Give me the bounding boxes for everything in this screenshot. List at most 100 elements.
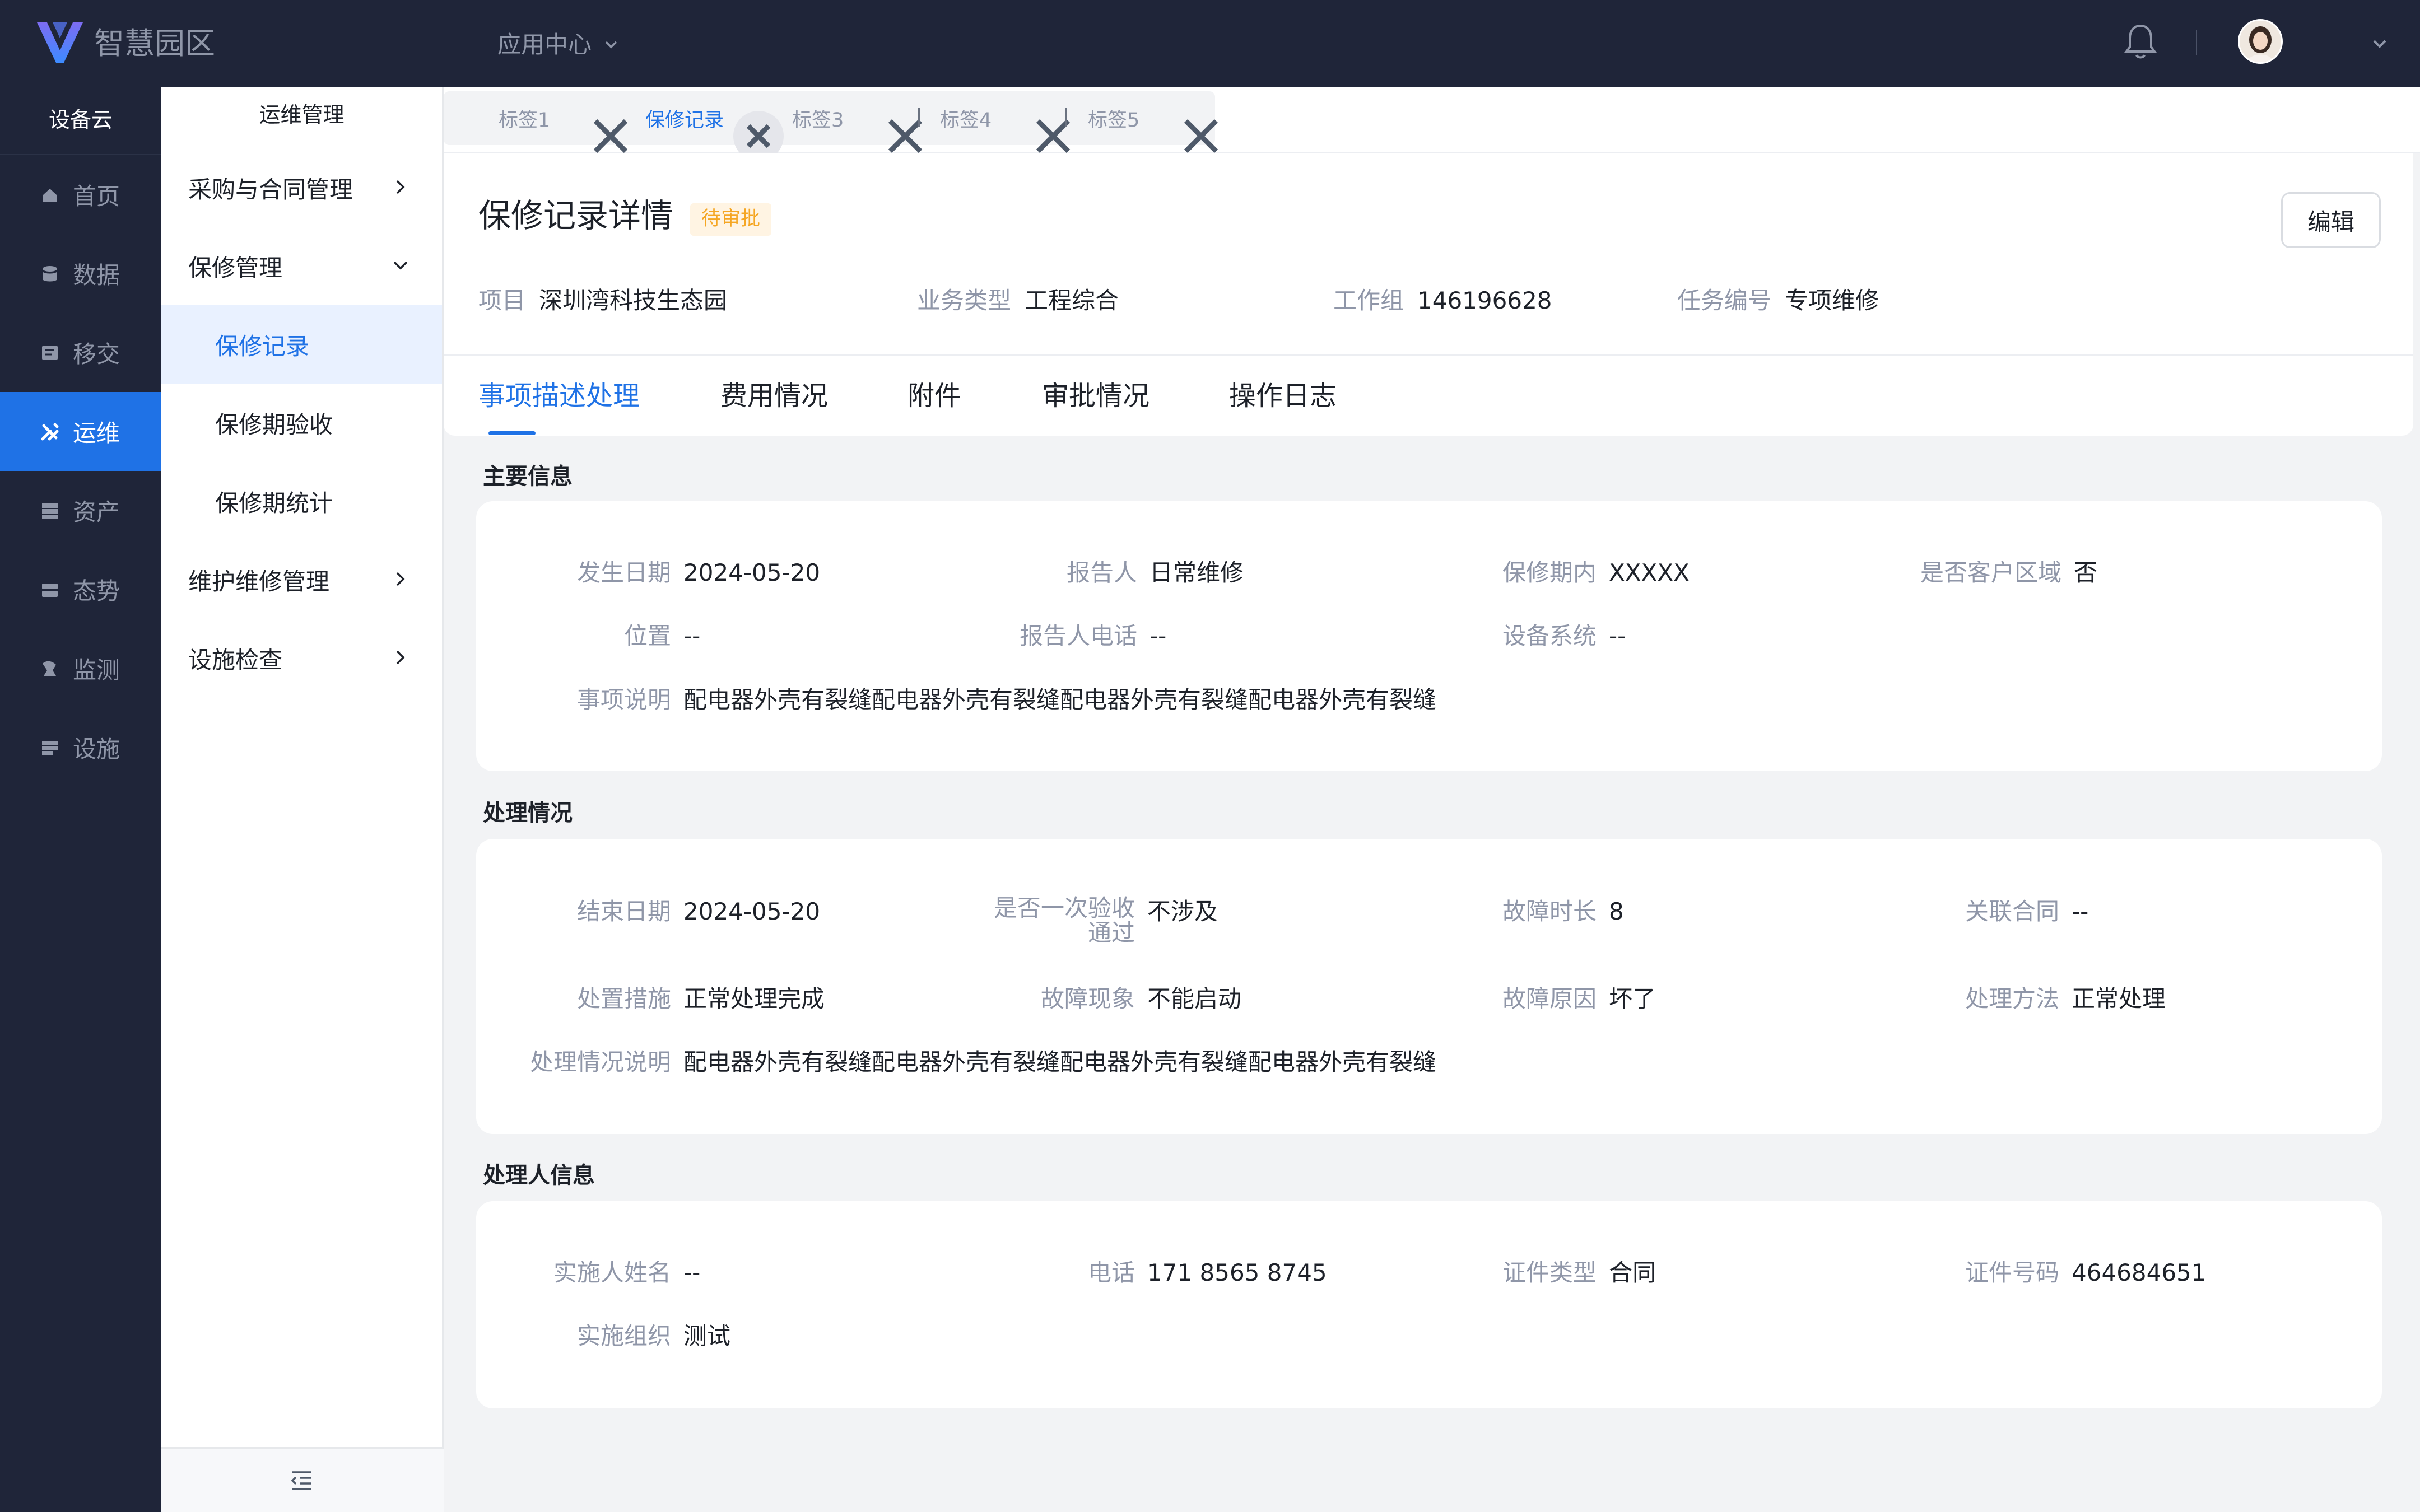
chevron-down-icon	[393, 261, 408, 270]
tab-description[interactable]: 事项描述处理	[478, 376, 640, 416]
field-value: 2024-05-20	[683, 559, 821, 586]
submenu-purchase-contract[interactable]: 采购与合同管理	[161, 148, 442, 227]
submenu-maintenance-repair[interactable]: 维护维修管理	[161, 540, 442, 619]
tab-attachments[interactable]: 附件	[908, 376, 961, 416]
header-divider	[2196, 30, 2197, 55]
field-value: 正常处理完成	[683, 985, 825, 1012]
field-occur-date: 发生日期 2024-05-20	[577, 557, 821, 589]
submenu-label: 保修管理	[188, 254, 283, 282]
field-value: 测试	[683, 1322, 731, 1350]
tag-5[interactable]: 标签5	[1088, 91, 1139, 145]
asset-icon	[42, 503, 58, 519]
meta-value: 146196628	[1417, 287, 1552, 314]
tag-1[interactable]: 标签1	[499, 91, 550, 145]
nav-item-transfer[interactable]: 移交	[0, 313, 161, 392]
field-value: 合同	[1609, 1259, 1656, 1286]
primary-nav: 设备云 首页 数据 移交 运维 资产 态势 监测 设施	[0, 87, 161, 1512]
tag-label: 标签1	[499, 109, 551, 132]
active-tab-indicator	[488, 431, 536, 435]
field-end-date: 结束日期 2024-05-20	[577, 896, 821, 927]
submenu-facility-inspection[interactable]: 设施检查	[161, 619, 442, 697]
edit-button[interactable]: 编辑	[2281, 192, 2381, 248]
meta-business-type: 业务类型 工程综合	[917, 283, 1119, 319]
meta-value: 工程综合	[1025, 287, 1119, 314]
nav-item-label: 监测	[73, 656, 120, 684]
field-value: 日常维修	[1150, 559, 1244, 586]
field-customer-area: 是否客户区域否	[1920, 557, 2098, 589]
tab-operation-log[interactable]: 操作日志	[1229, 376, 1337, 416]
nav-item-label: 数据	[73, 262, 120, 289]
submenu-warranty-statistics[interactable]: 保修期统计	[161, 462, 442, 540]
field-id-type: 证件类型 合同	[1502, 1257, 1656, 1289]
avatar[interactable]	[2238, 19, 2283, 64]
field-phone: 电话 171 8565 8745	[1088, 1257, 1327, 1289]
tag-warranty-records[interactable]: 保修记录	[645, 91, 724, 145]
submenu-label: 设施检查	[188, 646, 283, 674]
nav-item-label: 移交	[73, 340, 120, 368]
submenu-label: 保修期验收	[215, 410, 333, 438]
field-organization: 实施组织 测试	[577, 1320, 731, 1352]
tag-3[interactable]: 标签3	[792, 91, 844, 145]
field-label: 处理情况说明	[529, 1048, 671, 1076]
monitor-icon	[43, 661, 56, 676]
field-value: 坏了	[1609, 985, 1656, 1012]
submenu-label: 维护维修管理	[188, 567, 330, 595]
field-value: 171 8565 8745	[1147, 1259, 1327, 1286]
field-label: 结束日期	[576, 898, 671, 925]
brand-name: 智慧园区	[94, 26, 215, 61]
submenu-warranty-acceptance[interactable]: 保修期验收	[161, 384, 442, 462]
top-bar: 智慧园区 应用中心	[0, 0, 2420, 87]
nav-item-monitor[interactable]: 监测	[0, 629, 161, 708]
nav-item-home[interactable]: 首页	[0, 155, 161, 234]
tools-icon	[41, 423, 59, 440]
facility-icon	[42, 740, 58, 755]
field-reporter: 报告人 日常维修	[1067, 557, 1244, 589]
nav-item-data[interactable]: 数据	[0, 234, 161, 313]
field-value: 464684651	[2072, 1259, 2207, 1286]
data-icon	[43, 265, 57, 281]
nav-item-asset[interactable]: 资产	[0, 471, 161, 550]
nav-item-facility[interactable]: 设施	[0, 708, 161, 787]
submenu-warranty-records[interactable]: 保修记录	[161, 305, 442, 384]
field-label: 是否客户区域	[1920, 559, 2061, 586]
nav-item-situation[interactable]: 态势	[0, 550, 161, 629]
field-related-contract: 关联合同 --	[1965, 896, 2088, 927]
meta-work-group: 工作组 146196628	[1333, 283, 1552, 319]
field-label: 设备系统	[1502, 622, 1597, 650]
app-center-menu[interactable]: 应用中心	[497, 27, 620, 63]
meta-label: 项目	[478, 287, 526, 314]
tab-approval[interactable]: 审批情况	[1042, 376, 1150, 416]
field-first-acceptance: 是否一次验收 通过 不涉及	[994, 896, 1218, 945]
field-label: 事项说明	[576, 686, 671, 713]
open-tags-bar: 标签1 保修记录 标签3 标签4 标签5	[444, 87, 2420, 161]
sidebar-footer	[161, 1447, 444, 1512]
nav-item-tools[interactable]: 运维	[0, 392, 161, 471]
tab-costs[interactable]: 费用情况	[720, 376, 828, 416]
bell-icon[interactable]	[2123, 21, 2158, 62]
field-label: 故障原因	[1502, 985, 1597, 1012]
field-value: XXXXX	[1609, 559, 1690, 586]
field-id-number: 证件号码 464684651	[1965, 1257, 2207, 1289]
field-value: 否	[2074, 559, 2098, 586]
tag-4[interactable]: 标签4	[940, 91, 992, 145]
meta-project: 项目 深圳湾科技生态园	[478, 283, 727, 319]
detail-tabs: 事项描述处理 费用情况 附件 审批情况 操作日志	[444, 354, 2413, 436]
meta-label: 业务类型	[917, 287, 1012, 314]
field-process-description: 处理情况说明 配电器外壳有裂缝配电器外壳有裂缝配电器外壳有裂缝配电器外壳有裂缝	[530, 1047, 1436, 1078]
submenu-warranty-management[interactable]: 保修管理	[161, 227, 442, 305]
logo-icon	[37, 22, 83, 63]
field-value: 2024-05-20	[683, 898, 821, 925]
collapse-sidebar-icon[interactable]	[287, 1467, 315, 1495]
tag-label: 标签3	[792, 109, 844, 132]
page-title: 保修记录详情	[478, 197, 674, 235]
account-chevron-icon[interactable]	[2368, 32, 2391, 55]
field-value: 配电器外壳有裂缝配电器外壳有裂缝配电器外壳有裂缝配电器外壳有裂缝	[683, 686, 1437, 713]
home-icon	[43, 188, 57, 202]
field-label: 证件号码	[1965, 1259, 2059, 1286]
field-label: 关联合同	[1965, 898, 2059, 925]
secondary-nav: 运维管理 采购与合同管理 保修管理 保修记录 保修期验收 保修期统计 维护维修管…	[161, 87, 444, 1512]
chevron-down-icon	[605, 41, 617, 49]
chevron-right-icon	[396, 650, 405, 665]
field-value: 正常处理	[2072, 985, 2166, 1012]
field-description: 事项说明 配电器外壳有裂缝配电器外壳有裂缝配电器外壳有裂缝配电器外壳有裂缝	[577, 684, 1437, 716]
